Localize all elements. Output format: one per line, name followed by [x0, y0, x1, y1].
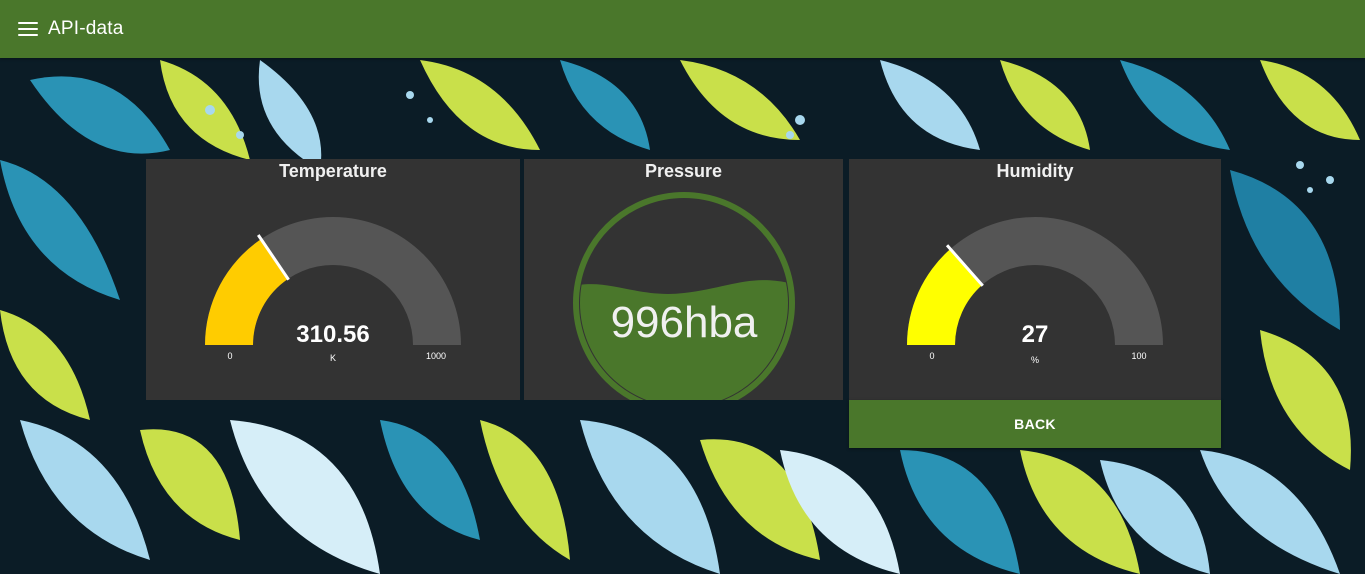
back-button[interactable]: BACK — [849, 400, 1221, 448]
humidity-gauge: 27 % 0 100 — [907, 217, 1163, 365]
humidity-card: 27 % 0 100 Humidity — [849, 159, 1221, 400]
temperature-max: 1000 — [426, 351, 446, 361]
app-header: API-data — [0, 0, 1365, 58]
app-title: API-data — [48, 18, 124, 39]
temperature-unit: K — [330, 353, 336, 363]
menu-icon[interactable] — [18, 22, 38, 36]
pressure-value: 996hba — [611, 298, 758, 347]
pressure-title: Pressure — [644, 161, 723, 181]
temperature-card: 310.56 K 0 1000 Temperature — [146, 159, 520, 400]
humidity-title: Humidity — [996, 161, 1074, 181]
temperature-value: 310.56 — [296, 321, 369, 348]
temperature-min: 0 — [227, 351, 232, 361]
pressure-card: 996hba Pressure — [524, 159, 843, 400]
temperature-gauge: 310.56 K 0 1000 — [205, 217, 461, 363]
humidity-unit: % — [1031, 355, 1039, 365]
humidity-min: 0 — [929, 351, 934, 361]
pressure-gauge: 996hba — [573, 192, 795, 400]
humidity-max: 100 — [1131, 351, 1146, 361]
temperature-title: Temperature — [279, 161, 387, 181]
humidity-value: 27 — [1022, 321, 1049, 348]
